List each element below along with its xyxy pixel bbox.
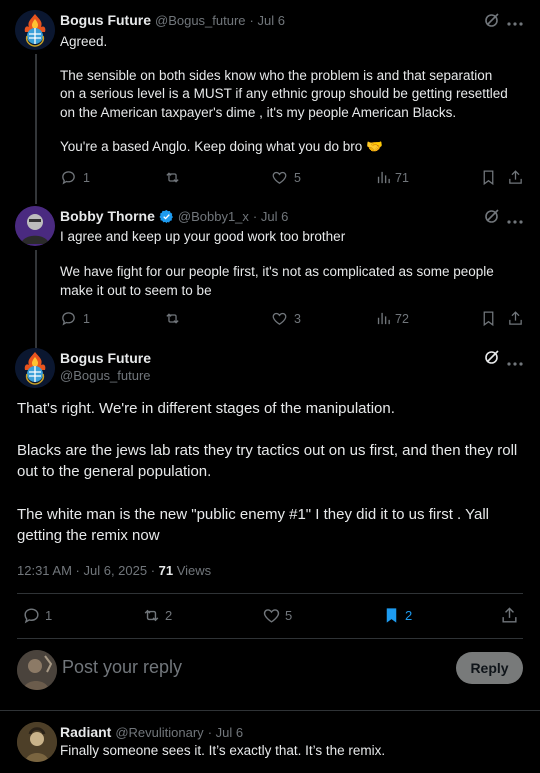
- avatar-logo-icon: [15, 10, 55, 50]
- heart-icon: [263, 609, 280, 623]
- like-count: 5: [294, 170, 301, 185]
- more-icon[interactable]: [507, 14, 523, 32]
- post-paragraph: That's right. We're in different stages …: [17, 400, 395, 417]
- avatar-photo-icon: [17, 650, 57, 690]
- more-icon[interactable]: [507, 212, 523, 230]
- reply-input[interactable]: Post your reply: [62, 657, 182, 678]
- divider: [17, 638, 523, 639]
- bookmark-filled-icon: [386, 608, 397, 623]
- repost-icon: [166, 313, 179, 324]
- author-handle[interactable]: @Revulitionary: [115, 725, 203, 740]
- repost-button[interactable]: [164, 169, 181, 186]
- post-text-line: The sensible on both sides know who the …: [60, 68, 493, 83]
- reply-count: 1: [83, 170, 90, 185]
- bookmark-icon: [483, 311, 494, 327]
- repost-button[interactable]: 2: [142, 606, 172, 625]
- author-name[interactable]: Radiant: [60, 724, 111, 740]
- grok-icon[interactable]: [484, 208, 500, 229]
- post-date[interactable]: · Jul 6: [250, 13, 285, 28]
- bookmark-icon: [483, 170, 494, 186]
- share-button[interactable]: [507, 169, 524, 186]
- my-avatar[interactable]: [17, 650, 57, 690]
- divider: [17, 593, 523, 594]
- bookmark-count: 2: [405, 608, 413, 623]
- share-icon: [509, 311, 522, 325]
- repost-icon: [166, 172, 179, 183]
- share-button[interactable]: [500, 606, 519, 625]
- grok-icon[interactable]: [484, 12, 500, 33]
- author-handle[interactable]: @Bogus_future: [60, 368, 151, 383]
- avatar[interactable]: [15, 10, 55, 50]
- like-button[interactable]: 5: [271, 169, 301, 186]
- views-button[interactable]: 71: [375, 169, 409, 186]
- views-label: Views: [173, 563, 212, 578]
- reply-icon: [62, 171, 75, 185]
- post-date[interactable]: · Jul 6: [253, 209, 288, 224]
- post-timestamp[interactable]: 12:31 AM · Jul 6, 2025 ·: [17, 563, 159, 578]
- reply-count: 1: [45, 608, 53, 623]
- post-text-line: Agreed.: [60, 34, 108, 49]
- share-icon: [509, 170, 522, 184]
- bookmark-button[interactable]: [480, 169, 497, 186]
- author-name[interactable]: Bogus Future: [60, 12, 151, 28]
- post-paragraph: The white man is the new "public enemy #…: [17, 506, 489, 544]
- author-handle[interactable]: @Bogus_future: [155, 13, 246, 28]
- post-text-line: Finally someone sees it. It’s exactly th…: [60, 743, 386, 758]
- views-icon: [377, 171, 390, 184]
- repost-button[interactable]: [164, 310, 181, 327]
- views-button[interactable]: 72: [375, 310, 409, 327]
- repost-icon: [144, 609, 159, 622]
- reply-button[interactable]: 1: [22, 606, 52, 625]
- post-paragraph: Blacks are the jews lab rats they try ta…: [17, 442, 518, 480]
- views-count: 71: [395, 170, 409, 185]
- avatar[interactable]: [15, 206, 55, 246]
- like-button[interactable]: 3: [271, 310, 301, 327]
- repost-count: 2: [165, 608, 173, 623]
- views-icon: [377, 312, 390, 325]
- reply-count: 1: [83, 311, 90, 326]
- avatar[interactable]: [17, 722, 57, 762]
- heart-icon: [272, 312, 287, 325]
- post-text-line: on a serious level is a MUST if any ethn…: [60, 86, 508, 101]
- avatar-photo-icon: [17, 722, 57, 762]
- post-text-line: I agree and keep up your good work too b…: [60, 229, 346, 244]
- author-handle[interactable]: @Bobby1_x: [178, 209, 249, 224]
- reply-icon: [24, 608, 39, 624]
- author-name[interactable]: Bobby Thorne: [60, 208, 155, 224]
- post-text-line: We have fight for our people first, it's…: [60, 264, 494, 279]
- author-name[interactable]: Bogus Future: [60, 350, 151, 366]
- avatar[interactable]: [15, 348, 55, 388]
- avatar-photo-icon: [15, 206, 55, 246]
- divider: [0, 710, 540, 711]
- bookmark-button[interactable]: 2: [382, 606, 412, 625]
- bookmark-button[interactable]: [480, 310, 497, 327]
- post-text-line: You're a based Anglo. Keep doing what yo…: [60, 139, 383, 154]
- reply-icon: [62, 312, 75, 326]
- like-button[interactable]: 5: [262, 606, 292, 625]
- heart-icon: [272, 171, 287, 184]
- thread-line: [35, 54, 37, 204]
- share-button[interactable]: [507, 310, 524, 327]
- reply-button[interactable]: 1: [60, 310, 90, 327]
- reply-submit-button[interactable]: Reply: [456, 652, 523, 684]
- share-icon: [502, 607, 517, 623]
- like-count: 5: [285, 608, 293, 623]
- grok-icon[interactable]: [484, 349, 500, 370]
- verified-badge-icon: [159, 209, 173, 223]
- views-count: 72: [395, 311, 409, 326]
- post-meta: 12:31 AM · Jul 6, 2025 · 71 Views: [17, 563, 211, 578]
- avatar-logo-icon: [15, 348, 55, 388]
- views-count: 71: [158, 563, 174, 578]
- post-text-line: on the American taxpayer's dime , it's m…: [60, 105, 457, 120]
- post-text-line: make it out to seem to be: [60, 283, 212, 298]
- more-icon[interactable]: [507, 354, 523, 372]
- like-count: 3: [294, 311, 301, 326]
- post-date[interactable]: · Jul 6: [208, 725, 243, 740]
- thread-line: [35, 250, 37, 348]
- reply-button[interactable]: 1: [60, 169, 90, 186]
